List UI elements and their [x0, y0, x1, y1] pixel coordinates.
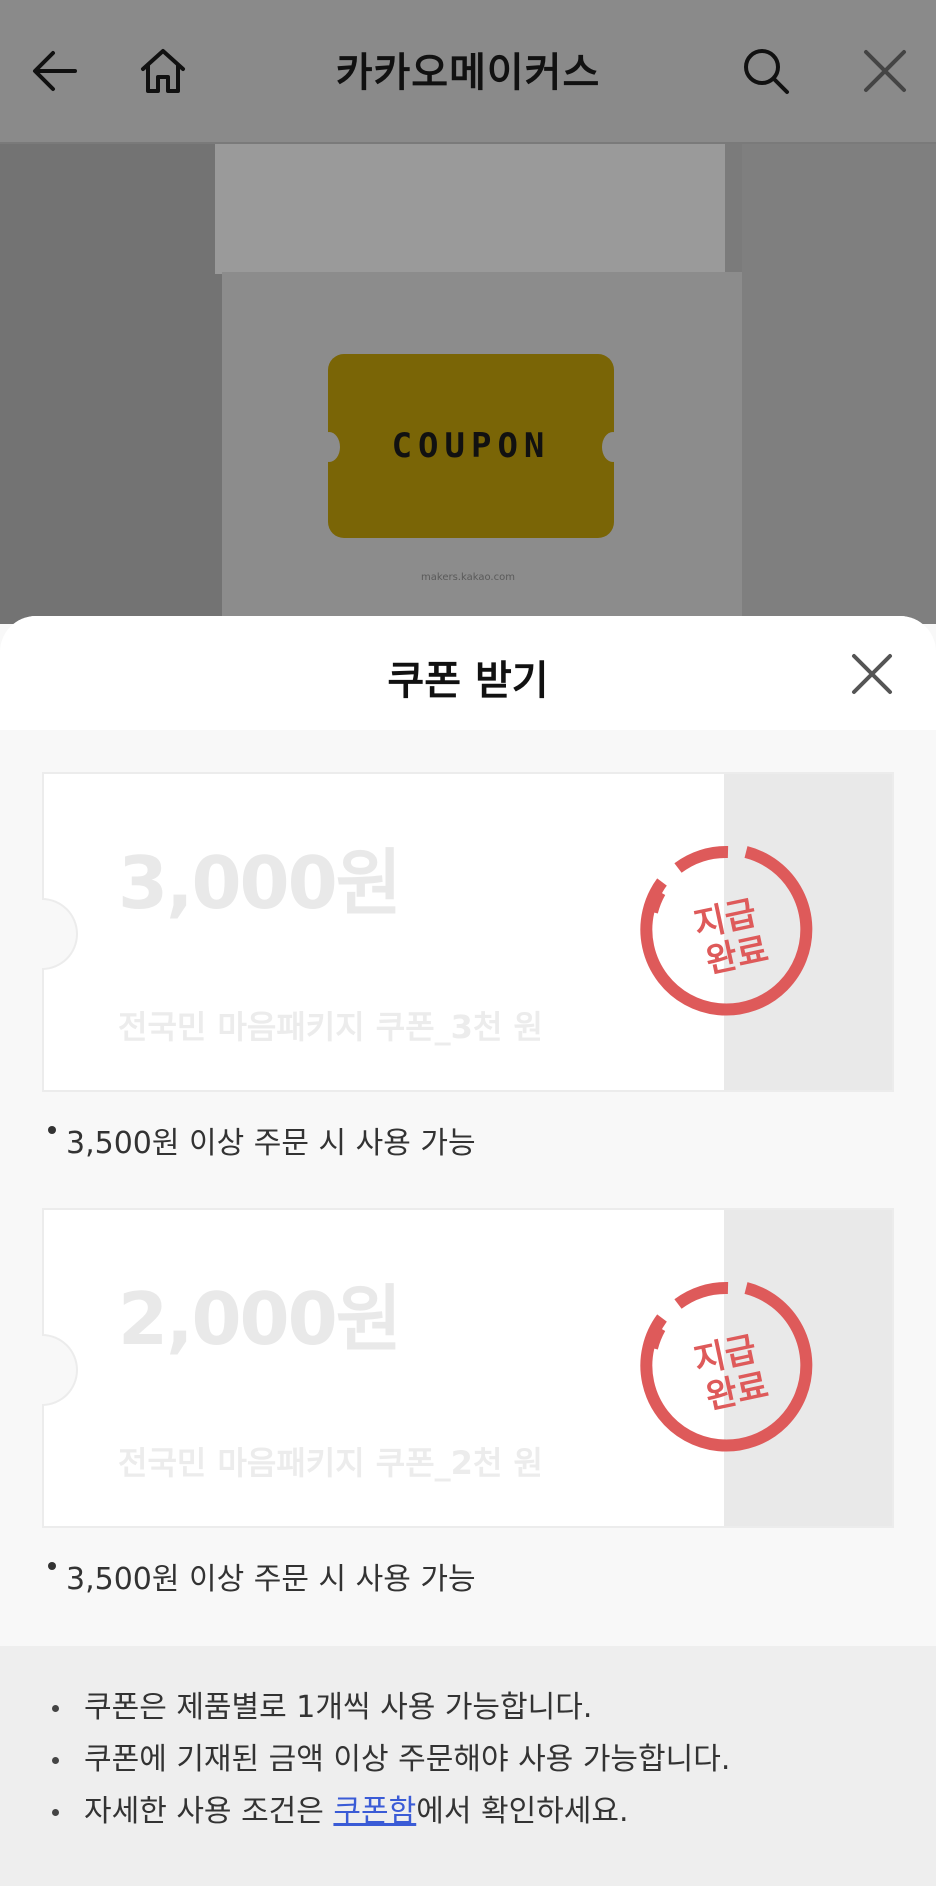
coupon-amount: 3,000원	[118, 841, 402, 925]
sheet-header: 쿠폰 받기	[0, 616, 936, 730]
bullet-dot	[48, 1562, 56, 1570]
notice-item: 자세한 사용 조건은 쿠폰함에서 확인하세요.	[52, 1786, 936, 1838]
coupon-name: 전국민 마음패키지 쿠폰_3천 원	[118, 1008, 543, 1046]
sheet-close-button[interactable]	[844, 646, 900, 702]
top-app-bar: 카카오메이커스	[0, 0, 936, 144]
sheet-title: 쿠폰 받기	[387, 658, 549, 704]
coupon-card-label: COUPON	[391, 426, 551, 466]
envelope-flap	[215, 144, 725, 274]
close-icon	[864, 50, 906, 92]
notice-item: 쿠폰은 제품별로 1개씩 사용 가능합니다.	[52, 1682, 936, 1734]
notice-item: 쿠폰에 기재된 금액 이상 주문해야 사용 가능합니다.	[52, 1734, 936, 1786]
coupon-condition-text: 3,500원 이상 주문 시 사용 가능	[66, 1562, 476, 1597]
product-image: COUPON makers.kakao.com	[0, 144, 936, 624]
issued-complete-stamp: 지급 완료	[640, 1281, 813, 1452]
makers-url-text: makers.kakao.com	[421, 572, 515, 583]
coupon-name: 전국민 마음패키지 쿠폰_2천 원	[118, 1444, 543, 1482]
coupon-item[interactable]: 3,000원 전국민 마음패키지 쿠폰_3천 원 지급 완료	[42, 772, 894, 1092]
bullet-dot	[48, 1126, 56, 1134]
image-background-right	[742, 144, 936, 624]
coupon-card-image: COUPON	[318, 354, 624, 538]
issued-complete-stamp: 지급 완료	[640, 845, 813, 1016]
coupon-notice-box: 쿠폰은 제품별로 1개씩 사용 가능합니다. 쿠폰에 기재된 금액 이상 주문해…	[0, 1646, 936, 1886]
coupon-amount: 2,000원	[118, 1277, 402, 1361]
coupon-condition: 3,500원 이상 주문 시 사용 가능	[48, 1554, 476, 1598]
coupon-notch	[42, 898, 78, 970]
coupon-bottom-sheet: 쿠폰 받기 3,000원 전국민 마음패키지 쿠폰_3천 원 지급 완료 3,5…	[0, 616, 936, 1886]
notice-text-prefix: 자세한 사용 조건은	[84, 1794, 334, 1829]
coupon-notch	[42, 1334, 78, 1406]
coupon-condition-text: 3,500원 이상 주문 시 사용 가능	[66, 1126, 476, 1161]
notice-text-suffix: 에서 확인하세요.	[416, 1794, 629, 1829]
coupon-condition: 3,500원 이상 주문 시 사용 가능	[48, 1118, 476, 1162]
coupon-item[interactable]: 2,000원 전국민 마음패키지 쿠폰_2천 원 지급 완료	[42, 1208, 894, 1528]
image-background-left	[0, 144, 222, 624]
close-icon	[852, 654, 892, 694]
search-icon	[744, 49, 789, 94]
search-button[interactable]	[731, 36, 801, 106]
coupon-box-link[interactable]: 쿠폰함	[333, 1794, 416, 1829]
close-button[interactable]	[850, 36, 920, 106]
